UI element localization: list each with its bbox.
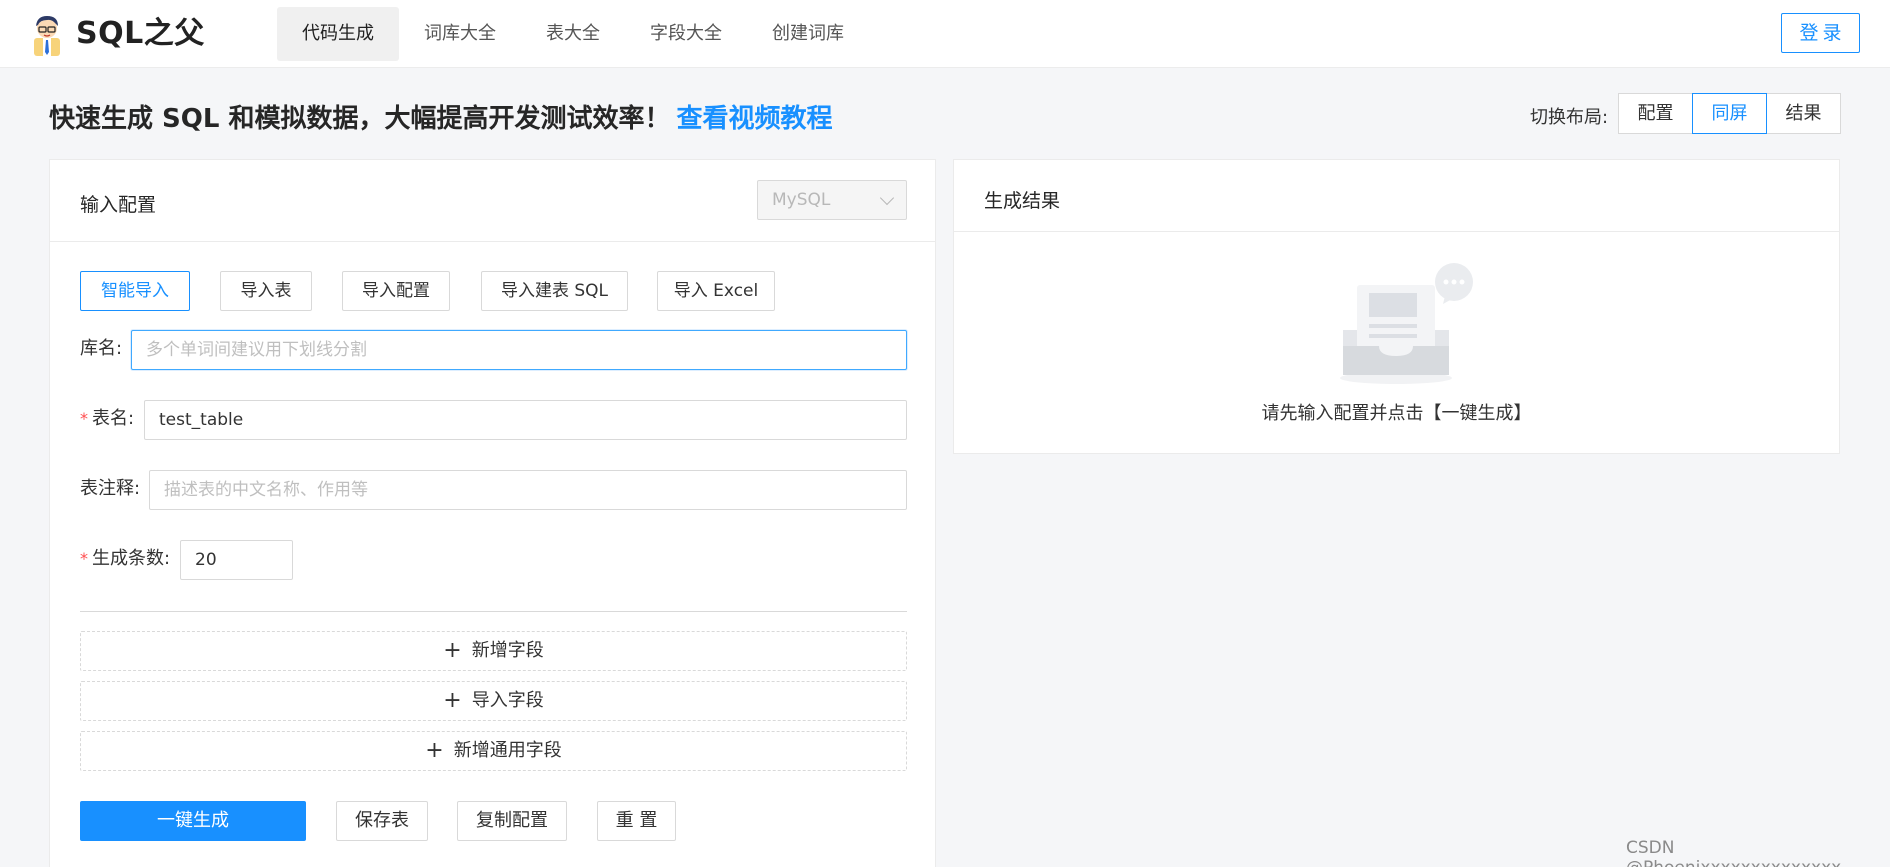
config-panel-title: 输入配置: [80, 194, 157, 216]
layout-switch-label: 切换布局:: [1530, 107, 1609, 128]
video-tutorial-link[interactable]: 查看视频教程: [677, 104, 833, 134]
layout-switch: 配置 同屏 结果: [1618, 93, 1841, 134]
main-nav: 代码生成 词库大全 表大全 字段大全 创建词库: [277, 7, 869, 61]
plus-icon: +: [425, 738, 444, 763]
save-table-button[interactable]: 保存表: [336, 801, 428, 841]
nav-item-dictionary[interactable]: 词库大全: [399, 7, 521, 61]
chevron-down-icon: [879, 190, 895, 206]
nav-item-create-dictionary[interactable]: 创建词库: [747, 7, 869, 61]
empty-inbox-icon: [1340, 263, 1473, 384]
import-field-button[interactable]: + 导入字段: [80, 681, 907, 721]
config-panel-header: 输入配置 MySQL: [50, 160, 935, 242]
row-count-input[interactable]: 20: [180, 540, 293, 580]
result-panel-header: 生成结果: [954, 160, 1839, 232]
top-header: SQL之父 代码生成 词库大全 表大全 字段大全 创建词库 登录: [0, 0, 1890, 68]
db-name-label: 库名:: [80, 338, 123, 359]
section-divider: [80, 611, 907, 612]
row-count-label: 生成条数:: [92, 548, 171, 569]
add-common-field-label: 新增通用字段: [453, 740, 562, 761]
db-type-value: MySQL: [772, 190, 831, 210]
result-panel: 生成结果 请先输入配置并点击【一键生成】: [953, 159, 1840, 454]
login-button[interactable]: 登录: [1781, 13, 1860, 53]
result-panel-title: 生成结果: [984, 190, 1061, 212]
nav-item-fields[interactable]: 字段大全: [625, 7, 747, 61]
db-type-select[interactable]: MySQL: [757, 180, 907, 220]
row-count-label-wrap: * 生成条数:: [80, 539, 170, 579]
generate-button[interactable]: 一键生成: [80, 801, 306, 841]
table-name-input[interactable]: test_table: [144, 400, 907, 440]
page-headline: 快速生成 SQL 和模拟数据，大幅提高开发测试效率！ 查看视频教程: [49, 98, 833, 135]
brand-name[interactable]: SQL之父: [76, 14, 205, 54]
smart-import-button[interactable]: 智能导入: [80, 271, 190, 311]
reset-button[interactable]: 重 置: [597, 801, 676, 841]
import-excel-button[interactable]: 导入 Excel: [657, 271, 775, 311]
nav-item-code-gen[interactable]: 代码生成: [277, 7, 399, 61]
add-common-field-button[interactable]: + 新增通用字段: [80, 731, 907, 771]
import-config-button[interactable]: 导入配置: [342, 271, 450, 311]
layout-option-split[interactable]: 同屏: [1692, 93, 1767, 134]
table-comment-input[interactable]: 描述表的中文名称、作用等: [149, 470, 907, 510]
table-name-label: 表名:: [92, 408, 135, 429]
import-field-label: 导入字段: [471, 690, 544, 711]
config-panel: 输入配置 MySQL 智能导入 导入表 导入配置 导入建表 SQL 导入 Exc…: [49, 159, 936, 867]
headline-text: 快速生成 SQL 和模拟数据，大幅提高开发测试效率！: [49, 104, 671, 134]
import-table-button[interactable]: 导入表: [220, 271, 312, 311]
watermark-text: CSDN @Phoenixxxxxxxxxxxxxx: [1626, 838, 1841, 867]
layout-option-config[interactable]: 配置: [1618, 93, 1693, 134]
import-create-sql-button[interactable]: 导入建表 SQL: [481, 271, 628, 311]
copy-config-button[interactable]: 复制配置: [457, 801, 567, 841]
db-name-input[interactable]: 多个单词间建议用下划线分割: [131, 330, 907, 370]
required-mark: *: [80, 409, 88, 428]
table-comment-label: 表注释:: [80, 478, 141, 499]
table-comment-placeholder: 描述表的中文名称、作用等: [164, 480, 368, 500]
nav-item-tables[interactable]: 表大全: [521, 7, 625, 61]
db-name-placeholder: 多个单词间建议用下划线分割: [146, 340, 367, 360]
empty-state-text: 请先输入配置并点击【一键生成】: [1261, 403, 1532, 424]
required-mark: *: [80, 549, 88, 568]
plus-icon: +: [443, 638, 462, 663]
plus-icon: +: [443, 688, 462, 713]
logo-avatar-icon[interactable]: [30, 14, 64, 56]
add-field-label: 新增字段: [471, 640, 544, 661]
table-name-label-wrap: * 表名:: [80, 399, 134, 439]
add-field-button[interactable]: + 新增字段: [80, 631, 907, 671]
layout-option-result[interactable]: 结果: [1766, 93, 1841, 134]
